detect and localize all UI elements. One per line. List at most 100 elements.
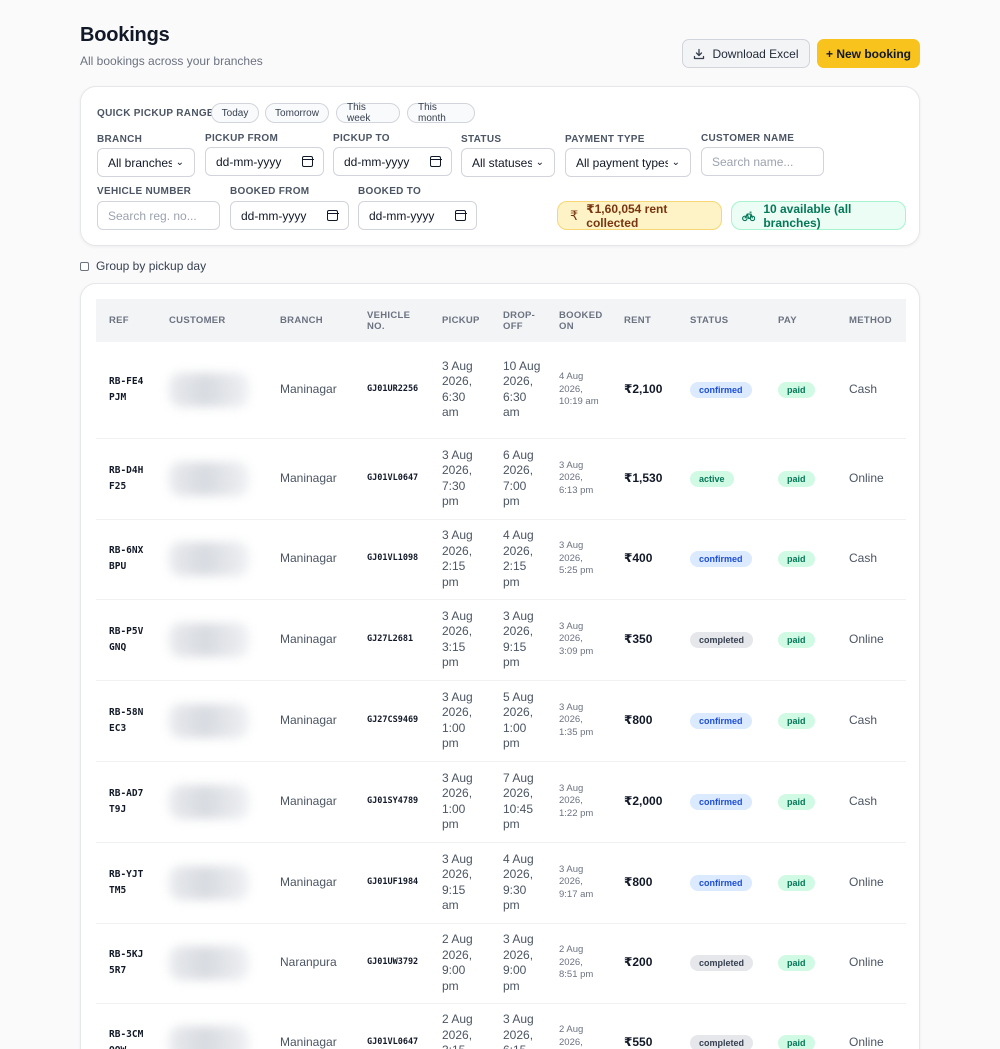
new-booking-button[interactable]: + New booking (817, 39, 920, 68)
booked-to-input[interactable]: dd-mm-yyyy (358, 201, 477, 230)
table-row[interactable]: RB-3CMQQW Maninagar GJ01VL0647 2 Aug 2026, … (96, 1003, 906, 1049)
booked-on-text: 3 Aug 2026, 5:25 pm (559, 540, 594, 577)
pickup-text: 3 Aug 2026, 6:30 am (442, 358, 473, 420)
branch-select[interactable]: All branches ⌄ (97, 148, 195, 177)
bookings-table-card: REF CUSTOMER BRANCH VEHICLE NO. PICKUP D… (80, 283, 920, 1049)
method-cell: Online (849, 1035, 884, 1049)
calendar-icon[interactable] (429, 156, 442, 167)
pickup-cell: 3 Aug 2026, 1:00 pm (429, 680, 490, 761)
calendar-icon[interactable] (301, 156, 314, 167)
pickup-to-input[interactable]: dd-mm-yyyy (333, 147, 452, 176)
booking-ref[interactable]: RB-D4HF25 (96, 438, 156, 519)
vehicle-number-cell: GJ01VL1098 (367, 553, 419, 564)
calendar-icon[interactable] (454, 210, 467, 221)
download-excel-button[interactable]: Download Excel (682, 39, 810, 68)
method-cell: Cash (849, 793, 878, 808)
pickup-cell: 3 Aug 2026, 9:15 am (429, 842, 490, 923)
booking-ref[interactable]: RB-6NXBPU (96, 519, 156, 599)
customer-name-placeholder: Search name... (712, 154, 794, 169)
branch-cell: Maninagar (280, 1035, 337, 1049)
booking-ref[interactable]: RB-AD7T9J (96, 761, 156, 842)
table-row[interactable]: RB-D4HF25 Maninagar GJ01VL0647 3 Aug 2026, … (96, 438, 906, 519)
pickup-from-value: dd-mm-yyyy (216, 154, 282, 169)
pickup-to-label: PICKUP TO (333, 133, 390, 144)
rent-cell: ₹2,000 (624, 793, 663, 808)
status-cell: completed (677, 599, 765, 680)
payment-status-badge: paid (778, 381, 815, 398)
download-excel-label: Download Excel (712, 46, 799, 61)
customer-cell (156, 438, 267, 519)
available-vehicles-text: 10 available (all branches) (763, 201, 852, 230)
booking-ref[interactable]: RB-5KJ5R7 (96, 923, 156, 1003)
pay-cell: paid (765, 842, 836, 923)
quick-range-this-week[interactable]: This week (336, 102, 400, 124)
filters-panel: QUICK PICKUP RANGE Today Tomorrow This w… (80, 86, 920, 246)
status-badge: confirmed (690, 381, 752, 398)
booked-on-text: 4 Aug 2026, 10:19 am (559, 371, 599, 407)
vehicle-number-cell: GJ27CS9469 (367, 714, 419, 725)
vehicle-number-input[interactable]: Search reg. no... (97, 201, 220, 230)
rent-cell: ₹800 (624, 712, 653, 727)
payment-type-label: PAYMENT TYPE (565, 134, 645, 145)
booked-from-input[interactable]: dd-mm-yyyy (230, 201, 349, 230)
booking-ref[interactable]: RB-3CMQQW (96, 1003, 156, 1049)
table-row[interactable]: RB-YJTTM5 Maninagar GJ01UF1984 3 Aug 2026, … (96, 842, 906, 923)
table-row[interactable]: RB-6NXBPU Maninagar GJ01VL1098 3 Aug 2026, … (96, 519, 906, 599)
dropoff-text: 7 Aug 2026, 10:45 pm (503, 770, 534, 832)
dropoff-text: 5 Aug 2026, 1:00 pm (503, 689, 534, 751)
payment-type-select[interactable]: All payment types ⌄ (565, 148, 691, 177)
booking-ref[interactable]: RB-58NEC3 (96, 680, 156, 761)
pay-cell: paid (765, 761, 836, 842)
payment-status-badge: paid (778, 551, 815, 567)
table-row[interactable]: RB-FE4PJM Maninagar GJ01UR2256 3 Aug 2026, … (96, 342, 906, 438)
status-cell: confirmed (677, 842, 765, 923)
available-vehicles-badge: 10 available (all branches) (731, 201, 906, 230)
status-cell: confirmed (677, 761, 765, 842)
col-header-branch: BRANCH (280, 315, 323, 326)
booked-on-cell: 3 Aug 2026, 9:17 am (546, 842, 611, 923)
booked-on-text: 3 Aug 2026, 3:09 pm (559, 620, 594, 657)
pickup-cell: 2 Aug 2026, 3:15 pm (429, 1003, 490, 1049)
col-header-pay: PAY (778, 315, 797, 326)
calendar-icon[interactable] (326, 210, 339, 221)
dropoff-text: 3 Aug 2026, 9:15 pm (503, 608, 534, 670)
quick-range-tomorrow[interactable]: Tomorrow (265, 103, 329, 123)
pickup-from-input[interactable]: dd-mm-yyyy (205, 147, 324, 176)
booking-ref[interactable]: RB-YJTTM5 (96, 842, 156, 923)
booking-ref[interactable]: RB-FE4PJM (96, 342, 156, 438)
page-header: Bookings All bookings across your branch… (80, 24, 920, 74)
branch-cell: Maninagar (280, 470, 337, 485)
page-subtitle: All bookings across your branches (80, 54, 263, 68)
pickup-to-value: dd-mm-yyyy (344, 154, 410, 169)
status-select[interactable]: All statuses ⌄ (461, 148, 555, 177)
chevron-down-icon: ⌄ (535, 157, 544, 168)
status-cell: confirmed (677, 519, 765, 599)
group-by-checkbox[interactable] (80, 261, 89, 271)
customer-name-input[interactable]: Search name... (701, 147, 824, 176)
booked-on-text: 3 Aug 2026, 1:22 pm (559, 782, 594, 819)
pickup-text: 2 Aug 2026, 3:15 pm (442, 1012, 473, 1049)
quick-range-label: QUICK PICKUP RANGE (97, 108, 214, 119)
dropoff-text: 6 Aug 2026, 7:00 pm (503, 447, 534, 509)
col-header-booked-on: BOOKED ON (559, 309, 603, 332)
quick-range-today[interactable]: Today (211, 103, 259, 123)
branch-cell: Maninagar (280, 793, 337, 808)
bookings-table: REF CUSTOMER BRANCH VEHICLE NO. PICKUP D… (96, 299, 906, 1049)
quick-range-this-month[interactable]: This month (407, 102, 475, 124)
customer-cell (156, 342, 267, 438)
table-row[interactable]: RB-P5VGNQ Maninagar GJ27L2681 3 Aug 2026, 3… (96, 599, 906, 680)
vehicle-number-cell: GJ27L2681 (367, 633, 414, 644)
dropoff-cell: 4 Aug 2026, 9:30 pm (490, 842, 546, 923)
table-row[interactable]: RB-5KJ5R7 Naranpura GJ01UW3792 2 Aug 2026, … (96, 923, 906, 1003)
table-row[interactable]: RB-AD7T9J Maninagar GJ01SY4789 3 Aug 2026, … (96, 761, 906, 842)
booked-to-label: BOOKED TO (358, 186, 422, 197)
branch-cell: Maninagar (280, 382, 337, 396)
vehicle-number-cell: GJ01UF1984 (367, 876, 419, 887)
booked-on-cell: 3 Aug 2026, 3:09 pm (546, 599, 611, 680)
group-by-label: Group by pickup day (96, 259, 207, 273)
group-by-pickup-day[interactable]: Group by pickup day (80, 259, 206, 273)
payment-status-badge: paid (778, 793, 815, 810)
table-row[interactable]: RB-58NEC3 Maninagar GJ27CS9469 3 Aug 2026, … (96, 680, 906, 761)
status-cell: confirmed (677, 680, 765, 761)
booking-ref[interactable]: RB-P5VGNQ (96, 599, 156, 680)
